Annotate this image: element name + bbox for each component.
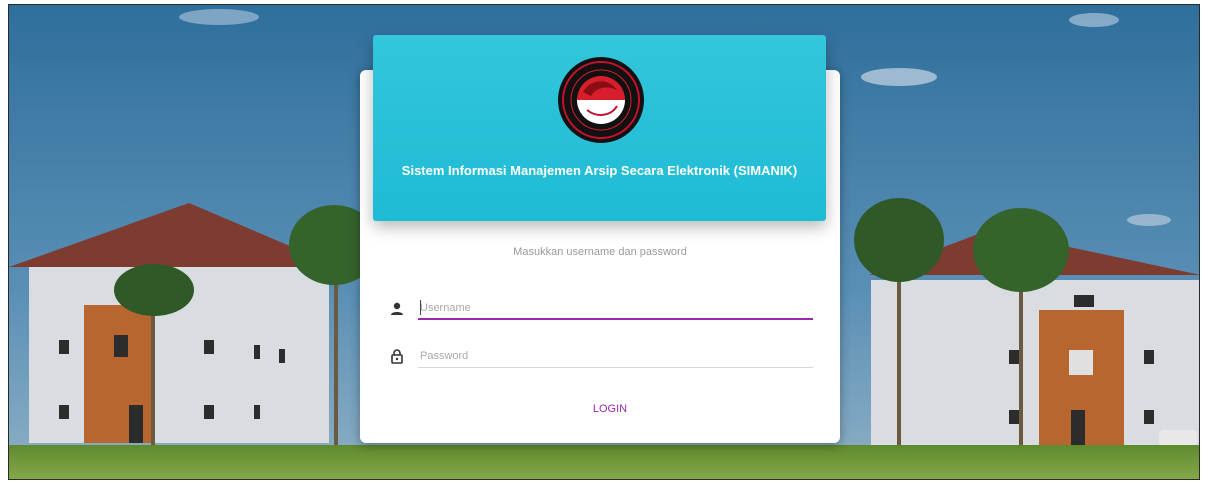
police-emblem-icon bbox=[558, 57, 644, 143]
lock-icon bbox=[391, 349, 403, 364]
password-input[interactable] bbox=[418, 344, 813, 368]
username-input[interactable] bbox=[418, 296, 813, 320]
username-field[interactable] bbox=[418, 296, 813, 320]
text-cursor bbox=[420, 300, 421, 315]
login-instruction: Masukkan username dan password bbox=[513, 246, 687, 258]
app-title: Sistem Informasi Manajemen Arsip Secara … bbox=[401, 163, 798, 178]
password-field[interactable] bbox=[418, 344, 813, 368]
login-button[interactable]: LOGIN bbox=[570, 395, 650, 423]
person-icon bbox=[391, 302, 403, 315]
card-header: Sistem Informasi Manajemen Arsip Secara … bbox=[373, 35, 826, 221]
